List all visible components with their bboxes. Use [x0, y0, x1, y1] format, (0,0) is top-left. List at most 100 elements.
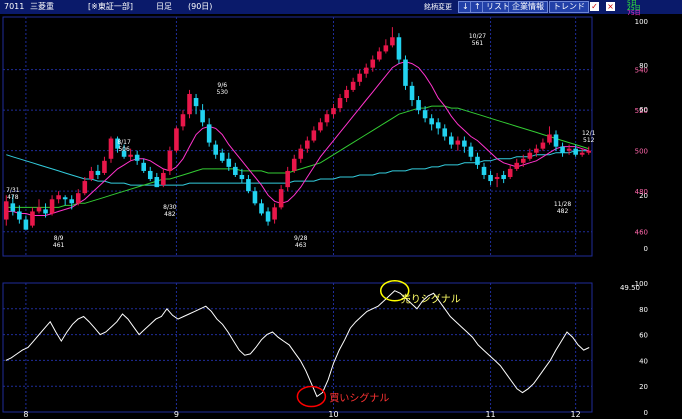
candle-body [285, 170, 290, 188]
buy-signal-label: 買いシグナル [329, 392, 389, 405]
candle-body [17, 211, 22, 220]
candle-body [468, 146, 474, 157]
price-axis-label: 100 [635, 18, 648, 26]
candle-body [324, 114, 330, 123]
candle-body [154, 177, 160, 188]
annotation-date: 8/9 [54, 235, 64, 242]
x-axis-label: 12 [571, 410, 581, 419]
buy-signal-circle [296, 385, 327, 408]
candle-body [187, 93, 192, 115]
candle-body [23, 219, 29, 230]
candle-body [239, 174, 245, 180]
indicator-axis-label: 0 [644, 409, 648, 417]
candle-body [527, 152, 533, 159]
candle-body [200, 110, 205, 123]
candle-body [481, 166, 487, 175]
annotation-price: 482 [164, 211, 176, 218]
candle-body [56, 195, 61, 200]
price-axis-label: 500 [635, 148, 648, 156]
candle-body [30, 211, 35, 226]
candle-body [390, 37, 395, 46]
candle-body [514, 162, 520, 169]
annotation-price: 482 [557, 208, 569, 215]
annotation-date: 9/6 [217, 82, 227, 89]
annotation-price: 478 [7, 194, 19, 201]
candle-body [272, 207, 277, 220]
candle-body [193, 98, 199, 107]
candle-body [442, 128, 448, 137]
candle-body [455, 140, 461, 145]
candle-body [134, 154, 140, 161]
candle-body [579, 152, 585, 155]
candle-body [128, 154, 133, 157]
candle-body [89, 170, 94, 180]
candle-body [501, 174, 506, 180]
check-icon[interactable]: ✓ [590, 2, 599, 11]
candle-body [206, 124, 212, 143]
x-axis-label: 10 [328, 410, 338, 419]
annotation-date: 8/30 [163, 204, 177, 211]
candle-body [494, 177, 500, 180]
candle-body [311, 130, 317, 141]
ma5-layer [6, 61, 589, 216]
price-panel-frame [2, 16, 593, 257]
candle-body [147, 170, 153, 180]
price-axis-label: 60 [639, 106, 648, 114]
annotation-date: 12/1 [582, 130, 596, 137]
company-info-button[interactable]: 企業情報 [508, 1, 548, 13]
candle-body [180, 114, 186, 127]
candle-body [213, 144, 218, 155]
x-axis-label: 9 [174, 410, 179, 419]
candle-body [396, 37, 402, 60]
ma25-line [6, 105, 589, 208]
candle-body [318, 122, 323, 131]
days-label: (90日) [188, 2, 213, 11]
candle-body [416, 100, 421, 111]
candle-body [422, 110, 428, 119]
annotation-date: 9/28 [294, 235, 308, 242]
annotation-date: 7/31 [6, 187, 20, 194]
candle-body [226, 158, 232, 167]
candle-body [520, 158, 526, 163]
x-axis-label: 11 [485, 410, 495, 419]
trend-button[interactable]: トレンド [549, 1, 589, 13]
x-axis-label: 8 [23, 410, 28, 419]
candle-body [278, 189, 284, 208]
candle-body [560, 146, 565, 153]
candle-body [337, 98, 343, 109]
candlestick-layer [3, 27, 592, 230]
candle-body [167, 150, 173, 171]
annotation-price: 530 [217, 89, 229, 96]
ma75-layer [6, 150, 589, 186]
indicator-layer [5, 290, 590, 398]
candle-body [82, 181, 88, 194]
candle-body [219, 152, 225, 161]
candle-body [449, 136, 454, 145]
chart-area: 100540805206050020480460010080604020049.… [2, 16, 648, 419]
candle-body [357, 73, 362, 82]
candle-body [553, 134, 559, 147]
annotation-price: 561 [472, 40, 484, 47]
market-label: [※東証一部] [88, 2, 133, 11]
candle-body [141, 162, 146, 171]
ma5-line [6, 61, 589, 216]
price-axis-label: 460 [635, 229, 648, 237]
indicator-value-label: 49.50 [620, 284, 640, 292]
candle-body [573, 148, 578, 155]
candle-body [462, 140, 467, 147]
close-x-icon[interactable]: × [606, 2, 615, 11]
price-axis-label: 80 [639, 62, 648, 70]
indicator-panel-frame [2, 282, 593, 413]
annotation-date: 11/28 [554, 201, 571, 208]
candle-body [488, 174, 493, 182]
stock-change-label[interactable]: 銘柄変更 [424, 0, 452, 14]
period-label: 日足 [156, 2, 172, 11]
indicator-line [5, 290, 590, 398]
candle-body [507, 168, 513, 178]
candle-body [3, 201, 9, 220]
candle-body [363, 67, 369, 74]
candle-body [540, 142, 546, 149]
price-axis-label: 0 [644, 245, 648, 253]
candle-body [298, 148, 304, 159]
candle-body [246, 179, 251, 192]
